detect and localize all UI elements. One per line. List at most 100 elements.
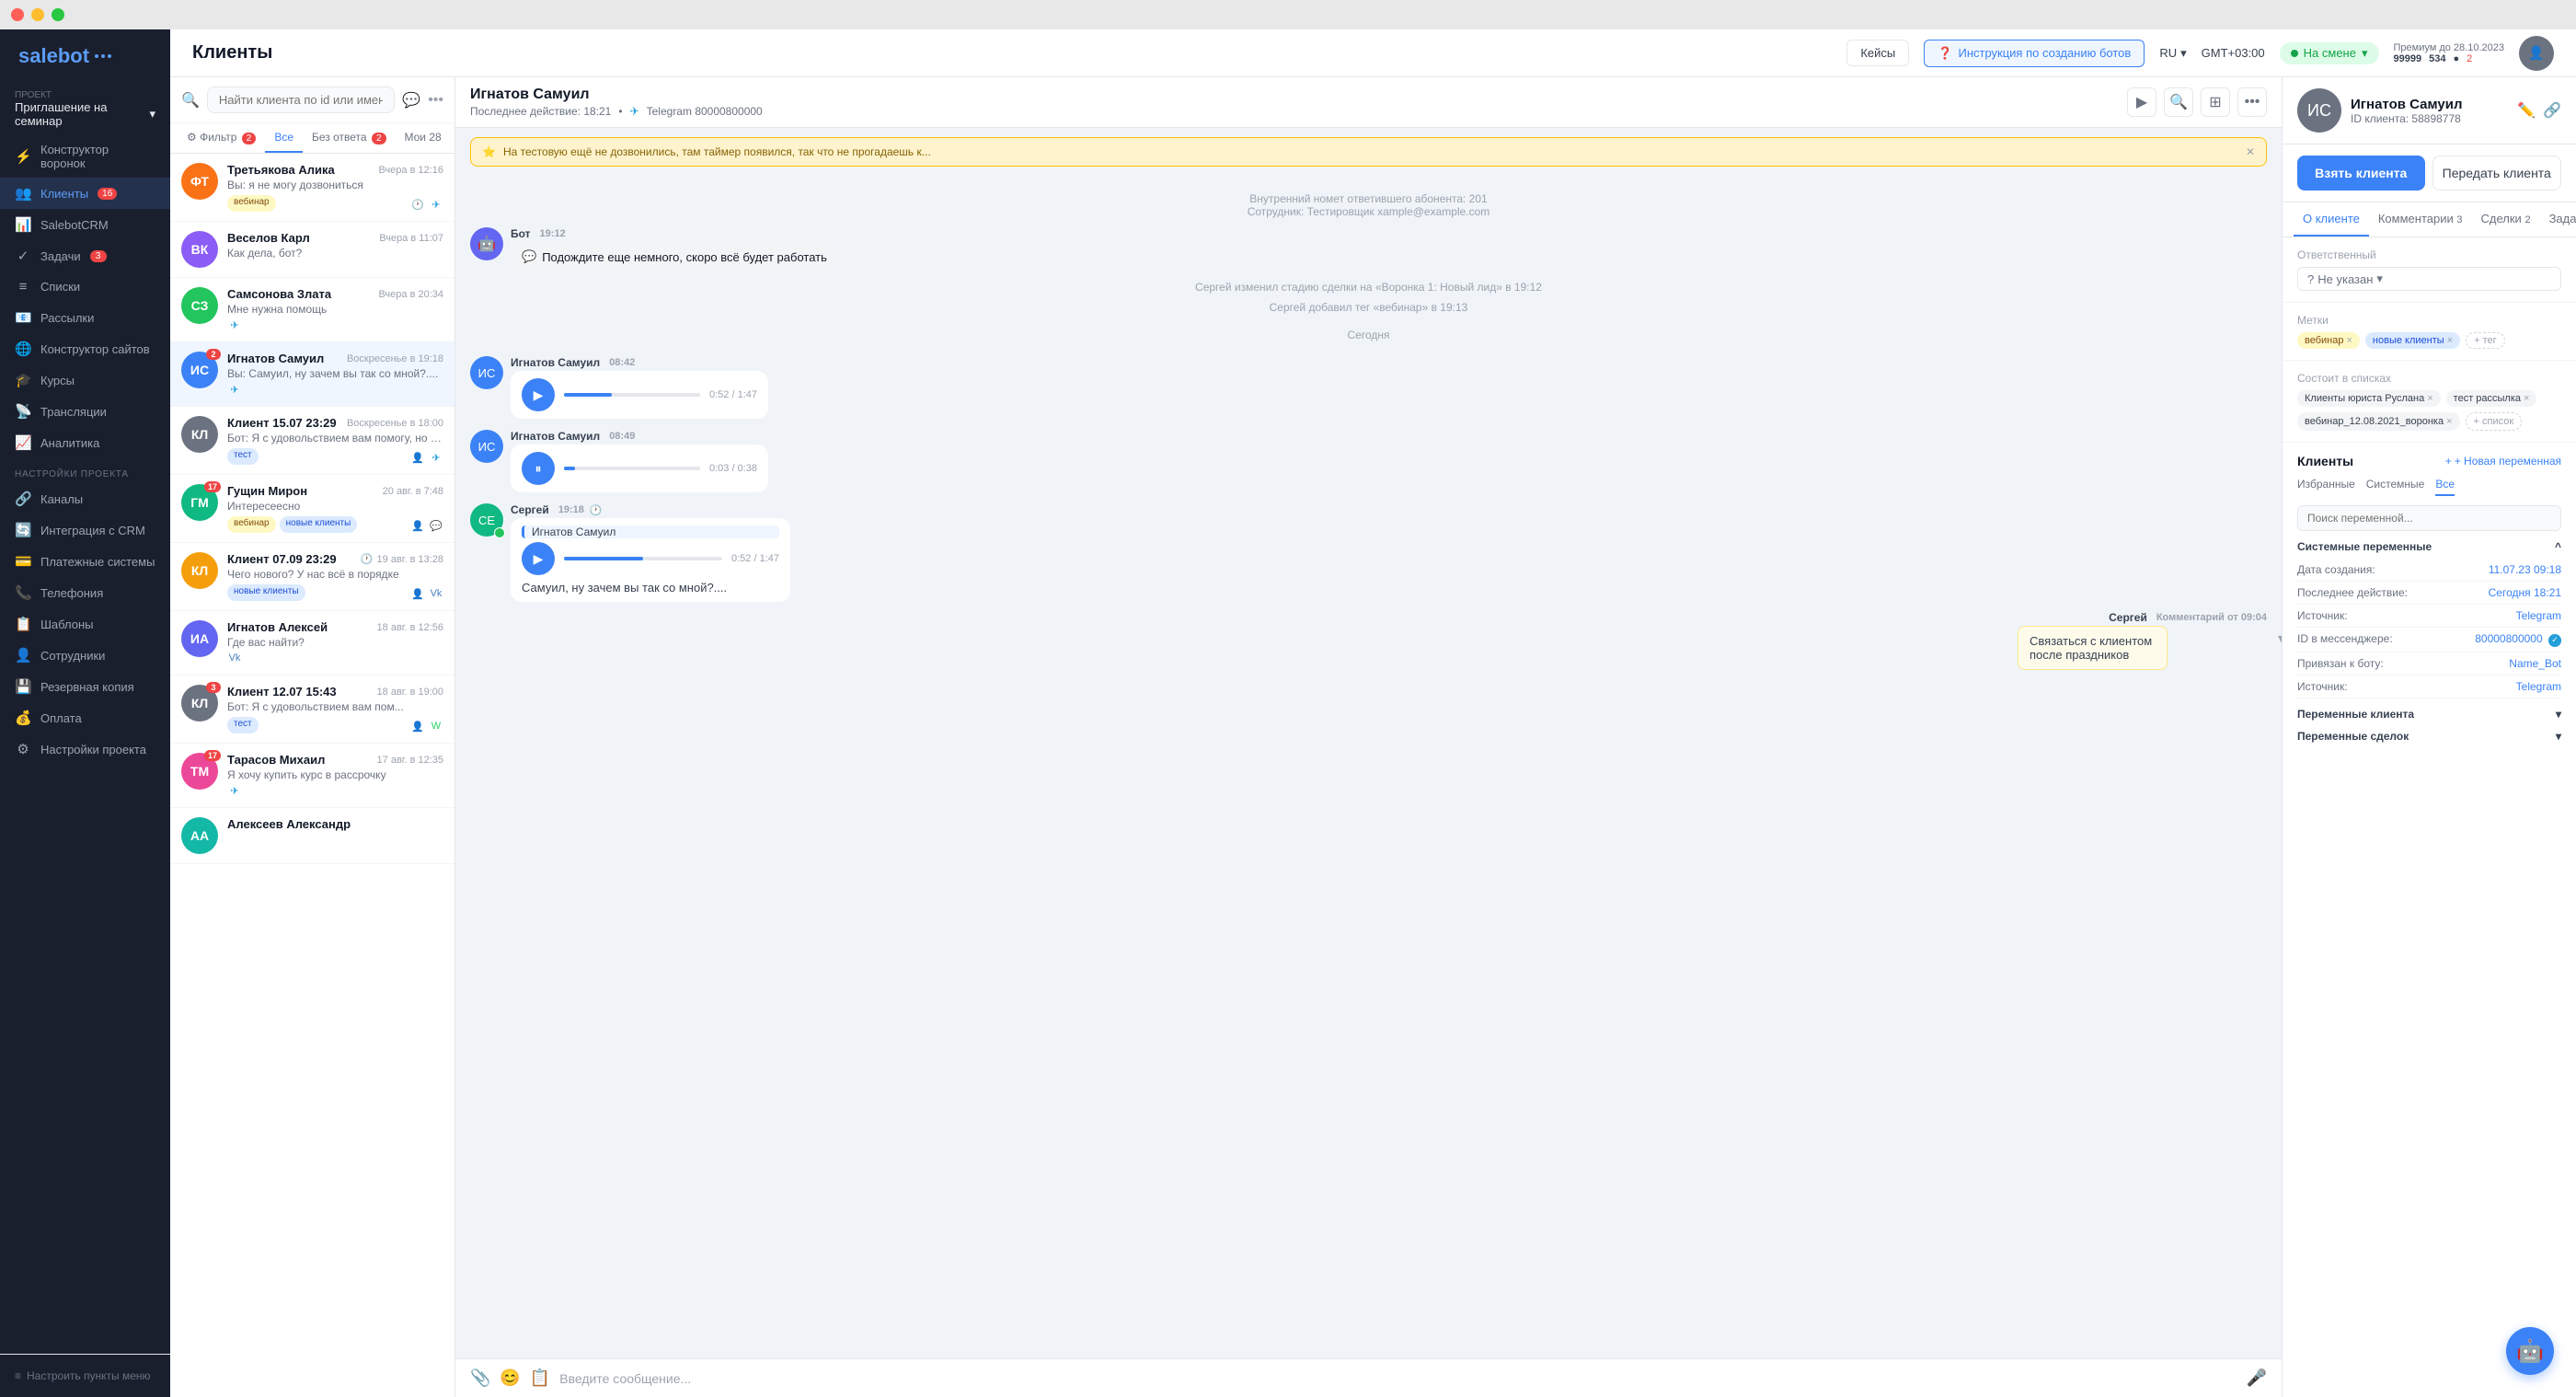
var-tab-system[interactable]: Системные [2366,478,2425,496]
sidebar-item-salebotcrm[interactable]: 📊 SalebotCRM [0,209,170,240]
close-btn[interactable] [11,8,24,21]
cases-button[interactable]: Кейсы [1846,40,1909,66]
list-item[interactable]: КЛ Клиент 07.09 23:29 🕐 19 авг. в 13:28 … [170,543,454,611]
list-item[interactable]: ФТ Третьякова Алика Вчера в 12:16 Вы: я … [170,154,454,222]
responsible-section: Ответственный ? Не указан ▾ [2283,237,2576,303]
list-item[interactable]: ИС 2 Игнатов Самуил Воскресенье в 19:18 … [170,342,454,407]
tab-others[interactable]: Чужие 0 [451,123,454,153]
sidebar-item-templates[interactable]: 📋 Шаблоны [0,608,170,640]
remove-list-button[interactable]: × [2524,393,2529,404]
comment-message: Связаться с клиентом после праздников [2018,626,2168,670]
list-item[interactable]: СЗ Самсонова Злата Вчера в 20:34 Мне нуж… [170,278,454,342]
event-message: Сергей добавил тег «вебинар» в 19:13 [470,301,2267,314]
filter-btn[interactable]: ⚙ Фильтр 2 [178,123,265,153]
sidebar-item-analytics[interactable]: 📈 Аналитика [0,427,170,458]
sidebar-item-channels[interactable]: 🔗 Каналы [0,483,170,514]
variable-search-input[interactable] [2297,505,2561,531]
question-icon: ❓ [1938,46,1952,61]
mic-icon[interactable]: 🎤 [2247,1368,2267,1388]
chat-icon[interactable]: 💬 [402,91,420,110]
maximize-btn[interactable] [52,8,64,21]
list-item[interactable]: ТМ 17 Тарасов Михаил 17 авг. в 12:35 Я х… [170,744,454,808]
user-info: Премиум до 28.10.2023 99999 534 ● 2 [2394,42,2505,64]
language-selector[interactable]: RU ▾ [2159,46,2186,61]
list-item[interactable]: ИА Игнатов Алексей 18 авг. в 12:56 Где в… [170,611,454,675]
avatar: КЛ [181,552,218,589]
take-client-button[interactable]: Взять клиента [2297,156,2425,190]
play-icon[interactable]: ▶ [2127,87,2156,117]
list-item[interactable]: КЛ 3 Клиент 12.07 15:43 18 авг. в 19:00 … [170,675,454,744]
sidebar-item-constructor-funnels[interactable]: ⚡ Конструктор воронок [0,135,170,178]
tab-no-answer[interactable]: Без ответа 2 [303,123,395,153]
play-button[interactable]: ▶ [522,378,555,411]
minimize-btn[interactable] [31,8,44,21]
sidebar-item-courses[interactable]: 🎓 Курсы [0,364,170,396]
chevron-up-icon[interactable]: ^ [2555,540,2561,553]
remove-list-button[interactable]: × [2427,393,2432,404]
message-group: ИС Игнатов Самуил 08:42 ▶ 0:52 / 1:47 [470,356,2267,419]
sidebar-item-site-builder[interactable]: 🌐 Конструктор сайтов [0,333,170,364]
close-icon[interactable]: ✕ [2246,145,2255,158]
chevron-down-icon[interactable]: ▾ [2278,629,2282,648]
sidebar-item-payment-systems[interactable]: 💳 Платежные системы [0,546,170,577]
more-icon[interactable]: ••• [2237,87,2267,117]
var-tab-favorites[interactable]: Избранные [2297,478,2355,496]
emoji-icon[interactable]: 😊 [500,1368,520,1388]
remove-list-button[interactable]: × [2446,416,2452,427]
list-item[interactable]: ВК Веселов Карл Вчера в 11:07 Как дела, … [170,222,454,278]
play-button[interactable]: ▶ [522,542,555,575]
responsible-selector[interactable]: ? Не указан ▾ [2297,267,2561,291]
user-avatar[interactable]: 👤 [2519,36,2554,71]
tab-mine[interactable]: Мои 28 [396,123,451,153]
system-message: Внутренний номет ответившего абонента: 2… [470,192,2267,218]
tab-comments[interactable]: Комментарии 3 [2369,202,2472,237]
sidebar-item-crm-integration[interactable]: 🔄 Интеграция с CRM [0,514,170,546]
template-icon[interactable]: 📋 [530,1368,550,1388]
integration-icon: 🔄 [15,522,31,538]
add-variable-button[interactable]: + + Новая переменная [2445,455,2561,468]
layout-icon[interactable]: ⊞ [2201,87,2230,117]
chat-input[interactable] [559,1371,2237,1386]
add-tag-button[interactable]: + тег [2466,332,2505,349]
link-icon[interactable]: 🔗 [2543,101,2561,120]
list-item[interactable]: АА Алексеев Александр [170,808,454,864]
pause-button[interactable]: ⏸ [522,452,555,485]
sidebar-item-mailings[interactable]: 📧 Рассылки [0,302,170,333]
chevron-down-icon[interactable]: ▾ [2556,730,2561,743]
list-item[interactable]: ГМ 17 Гущин Мирон 20 авг. в 7:48 Интерес… [170,475,454,543]
tab-tasks[interactable]: Задачи 4 [2540,202,2576,237]
floating-bot-button[interactable]: 🤖 [2506,1327,2554,1375]
status-badge[interactable]: На смене ▾ [2280,42,2379,64]
chevron-down-icon[interactable]: ▾ [2556,708,2561,721]
customize-menu-link[interactable]: ≡ Настроить пункты меню [15,1369,155,1382]
sidebar-item-clients[interactable]: 👥 Клиенты 16 [0,178,170,209]
edit-icon[interactable]: ✏️ [2517,101,2536,120]
sidebar-item-tasks[interactable]: ✓ Задачи 3 [0,240,170,271]
sidebar-item-employees[interactable]: 👤 Сотрудники [0,640,170,671]
attachment-icon[interactable]: 📎 [470,1368,490,1388]
more-icon[interactable]: ••• [428,92,443,109]
list-item[interactable]: КЛ Клиент 15.07 23:29 Воскресенье в 18:0… [170,407,454,475]
tab-about-client[interactable]: О клиенте [2294,202,2369,237]
add-list-button[interactable]: + список [2466,412,2523,431]
transfer-client-button[interactable]: Передать клиента [2432,156,2562,190]
var-tab-all[interactable]: Все [2435,478,2455,496]
remove-tag-button[interactable]: × [2346,335,2352,346]
tab-all[interactable]: Все [265,123,303,153]
project-selector[interactable]: Приглашение на семинар ▾ [15,100,155,128]
search-icon[interactable]: 🔍 [2164,87,2193,117]
remove-tag-button[interactable]: × [2447,335,2453,346]
sidebar-item-broadcasts[interactable]: 📡 Трансляции [0,396,170,427]
search-input[interactable] [207,87,395,113]
tasks-icon: ✓ [15,248,31,264]
right-panel-tabs: О клиенте Комментарии 3 Сделки 2 Задачи … [2283,202,2576,237]
instruction-button[interactable]: ❓ Инструкция по созданию ботов [1924,40,2145,67]
sidebar-item-project-settings[interactable]: ⚙ Настройки проекта [0,733,170,765]
sidebar-item-backup[interactable]: 💾 Резервная копия [0,671,170,702]
avatar: КЛ [181,416,218,453]
sidebar-item-telephony[interactable]: 📞 Телефония [0,577,170,608]
sidebar-item-payment[interactable]: 💰 Оплата [0,702,170,733]
audio-message: ▶ 0:52 / 1:47 [511,371,768,419]
sidebar-item-lists[interactable]: ≡ Списки [0,271,170,302]
tab-deals[interactable]: Сделки 2 [2472,202,2540,237]
